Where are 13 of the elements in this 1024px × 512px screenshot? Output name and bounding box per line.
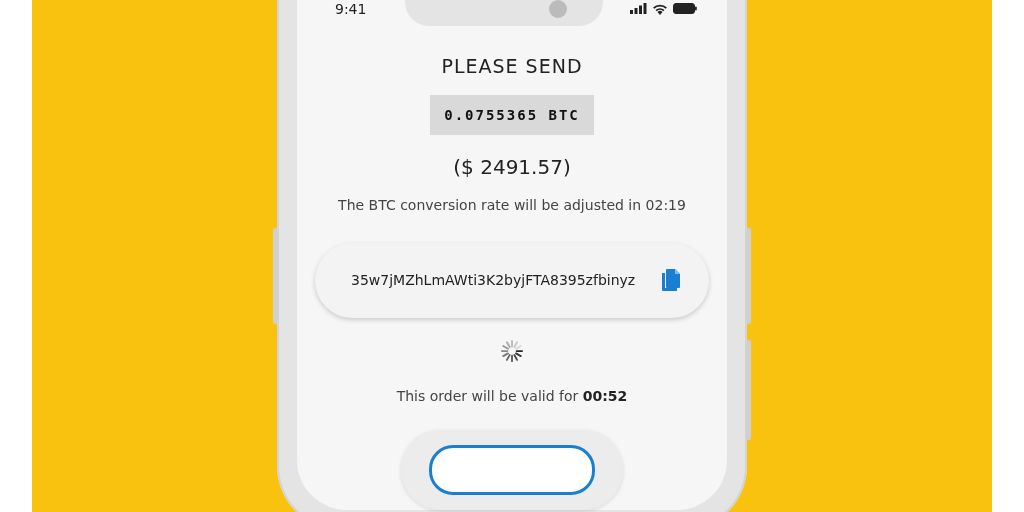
loading-spinner-icon [499,339,525,362]
status-time: 9:41 [335,0,367,17]
fiat-amount: ($ 2491.57) [453,155,571,179]
wallet-address: 35w7jMZhLmAWti3K2byjFTA8395zfbinyz [351,271,637,291]
outlined-button[interactable] [429,445,595,495]
rate-note: The BTC conversion rate will be adjusted in 02:19 [338,197,686,213]
wifi-icon [652,2,668,15]
crypto-amount: 0.0755365 BTC [430,95,594,135]
validity-note: This order will be valid for 00:52 [396,388,628,404]
battery-icon [673,3,697,14]
copy-icon[interactable] [661,268,681,293]
signal-icon [630,3,647,14]
heading: PLEASE SEND [441,55,583,77]
